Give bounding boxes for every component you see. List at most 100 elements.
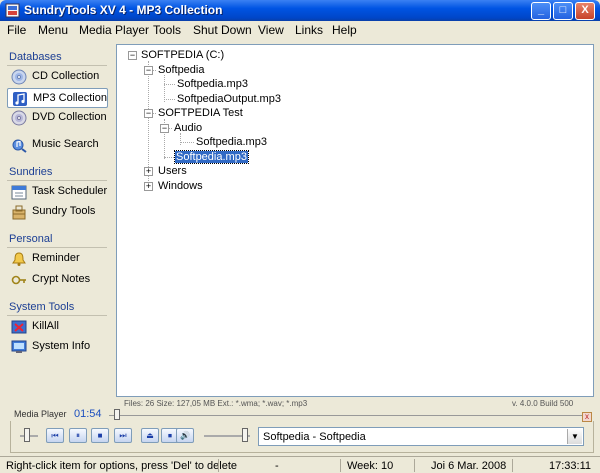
close-button[interactable]: X (575, 2, 595, 20)
tree-guide (164, 157, 174, 158)
minimize-button[interactable]: _ (531, 2, 551, 20)
menu-help[interactable]: Help (332, 23, 357, 37)
sidebar-item-reminder[interactable]: Reminder (7, 249, 108, 269)
chevron-down-icon[interactable]: ▼ (567, 429, 582, 444)
calendar-icon (11, 185, 27, 200)
sidebar-item-label: System Info (32, 340, 91, 352)
menu-file[interactable]: File (7, 23, 26, 37)
sidebar-item-dvd-collection[interactable]: DVD Collection (7, 108, 108, 128)
app-icon (5, 3, 20, 18)
menu-links[interactable]: Links (295, 23, 323, 37)
menu-media-player[interactable]: Media Player (79, 23, 149, 37)
key-icon (11, 275, 26, 285)
seek-track (109, 415, 584, 416)
seek-slider[interactable] (114, 409, 120, 420)
sidebar-item-label: CD Collection (32, 70, 100, 82)
section-divider (7, 65, 107, 66)
status-time: 17:33:11 (549, 460, 592, 472)
tree-node-softpedia[interactable]: Softpedia (158, 64, 204, 76)
section-divider (7, 315, 107, 316)
music-search-icon (12, 139, 27, 153)
tools-icon (12, 205, 26, 220)
sidebar-item-label: Reminder (32, 252, 80, 264)
station-value: Softpedia - Softpedia (263, 431, 366, 443)
section-divider (7, 247, 107, 248)
section-system-tools: System Tools (9, 301, 75, 313)
section-personal: Personal (9, 233, 53, 245)
sidebar-item-label: Task Scheduler (32, 185, 108, 197)
status-divider (218, 459, 219, 472)
tree-node-softpedia-mp3[interactable]: Softpedia.mp3 (177, 78, 248, 90)
sidebar-item-sundry-tools[interactable]: Sundry Tools (7, 202, 108, 222)
status-week: Week: 10 (347, 460, 394, 472)
menu-shut-down[interactable]: Shut Down (193, 23, 252, 37)
monitor-icon (11, 340, 27, 353)
cd-icon (11, 69, 27, 85)
sidebar-item-label: Music Search (32, 138, 99, 150)
balance-slider[interactable] (24, 428, 30, 442)
killall-icon (11, 320, 27, 334)
version-label: v. 4.0.0 Build 500 (512, 399, 574, 408)
previous-button[interactable]: ⏮ (46, 428, 64, 443)
tree-node-audio[interactable]: Audio (174, 122, 202, 134)
next-button[interactable]: ⏭ (114, 428, 132, 443)
sidebar-item-killall[interactable]: KillAll (7, 317, 108, 337)
tree-guide (164, 75, 165, 102)
menu-menu[interactable]: Menu (38, 23, 68, 37)
tree-expander-users[interactable]: + (144, 167, 153, 176)
menu-tools[interactable]: Tools (153, 23, 181, 37)
dvd-icon (11, 110, 27, 126)
sidebar-item-label: MP3 Collection (33, 92, 107, 104)
sidebar-item-mp3-collection[interactable]: MP3 Collection (7, 88, 108, 108)
status-date: Joi 6 Mar. 2008 (431, 460, 507, 472)
tree-guide (164, 99, 175, 100)
sidebar: Databases CD Collection MP3 Collection D… (4, 42, 109, 404)
menu-bar: File Menu Media Player Tools Shut Down V… (0, 21, 600, 39)
section-sundries: Sundries (9, 166, 53, 178)
tree-expander-windows[interactable]: + (144, 182, 153, 191)
bell-icon (12, 252, 26, 266)
stop-button[interactable]: ■ (91, 428, 109, 443)
title-bar: SundryTools XV 4 - MP3 Collection _ □ X (0, 0, 600, 21)
tree-node-softpedia-output[interactable]: SoftpediaOutput.mp3 (177, 93, 281, 105)
tree-expander-softpedia-test[interactable]: − (144, 109, 153, 118)
tree-expander-softpedia[interactable]: − (144, 66, 153, 75)
maximize-button[interactable]: □ (553, 2, 573, 20)
tree-guide (180, 142, 194, 143)
tree-node-softpedia-test[interactable]: SOFTPEDIA Test (158, 107, 243, 119)
sidebar-item-cd-collection[interactable]: CD Collection (7, 67, 108, 87)
tree-node-windows[interactable]: Windows (158, 180, 203, 192)
menu-view[interactable]: View (258, 23, 284, 37)
status-divider (414, 459, 415, 472)
sidebar-item-system-info[interactable]: System Info (7, 337, 108, 357)
speaker-button[interactable]: 🔊 (176, 428, 194, 443)
tree-expander-root[interactable]: − (128, 51, 137, 60)
file-tree: − SOFTPEDIA (C:) − Softpedia Softpedia.m… (116, 44, 594, 397)
sidebar-item-crypt-notes[interactable]: Crypt Notes (7, 270, 108, 290)
eject-button[interactable]: ⏏ (141, 428, 159, 443)
tree-expander-audio[interactable]: − (160, 124, 169, 133)
sidebar-item-label: DVD Collection (32, 111, 107, 123)
section-divider (7, 180, 107, 181)
music-note-icon (13, 92, 27, 106)
tree-node-selected-mp3[interactable]: Softpedia.mp3 (174, 150, 249, 164)
tree-node-users[interactable]: Users (158, 165, 187, 177)
sidebar-item-music-search[interactable]: Music Search (7, 135, 108, 155)
section-databases: Databases (9, 51, 62, 63)
pause-button[interactable]: ⏸ (69, 428, 87, 443)
tree-node-root[interactable]: SOFTPEDIA (C:) (141, 49, 224, 61)
volume-slider[interactable] (242, 428, 248, 442)
tree-guide (164, 84, 175, 85)
sidebar-item-label: KillAll (32, 320, 59, 332)
station-select[interactable]: Softpedia - Softpedia ▼ (258, 427, 584, 446)
status-divider (512, 459, 513, 472)
tree-guide (180, 133, 181, 145)
sidebar-item-label: Sundry Tools (32, 205, 96, 217)
media-player-label: Media Player (14, 409, 67, 419)
status-divider (340, 459, 341, 472)
status-dash: - (275, 460, 279, 472)
files-summary: Files: 26 Size: 127,05 MB Ext.: *.wma; *… (124, 399, 308, 408)
status-bar: Right-click item for options, press 'Del… (0, 456, 600, 473)
sidebar-item-task-scheduler[interactable]: Task Scheduler (7, 182, 108, 202)
tree-node-audio-mp3[interactable]: Softpedia.mp3 (196, 136, 267, 148)
